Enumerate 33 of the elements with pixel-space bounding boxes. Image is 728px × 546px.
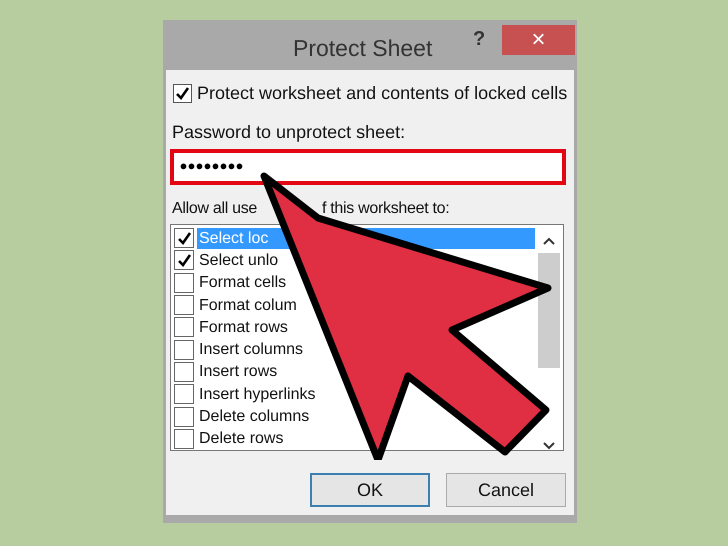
checkbox[interactable] <box>174 406 194 427</box>
close-button[interactable]: × <box>502 25 575 55</box>
checkbox-label: Protect worksheet and contents of locked cells <box>197 82 568 105</box>
checkbox[interactable] <box>173 84 192 103</box>
scrollbar-thumb[interactable] <box>538 253 560 368</box>
checkbox[interactable] <box>174 228 194 248</box>
checkbox[interactable] <box>174 428 194 449</box>
checkbox[interactable] <box>174 362 194 382</box>
dialog-button[interactable]: OK <box>310 473 430 507</box>
checkbox[interactable] <box>174 295 194 316</box>
help-button[interactable]: ? <box>469 24 490 54</box>
password-field[interactable]: •••••••• <box>170 149 566 185</box>
permission-item[interactable]: Format colum <box>197 294 297 316</box>
checkbox[interactable] <box>174 340 194 360</box>
scroll-up-icon[interactable] <box>543 237 555 245</box>
checkbox[interactable] <box>174 317 194 338</box>
window-title: Protect Sheet <box>293 34 432 63</box>
password-label: Password to unprotect sheet: <box>172 121 406 144</box>
permission-item[interactable]: Insert hyperlinks <box>197 384 316 405</box>
list-label: f this worksheet to: <box>322 199 450 219</box>
list-label: Allow all use <box>172 200 258 217</box>
permission-item[interactable]: Format cells <box>197 272 286 294</box>
permission-item[interactable]: Delete columns <box>197 406 310 428</box>
checkbox[interactable] <box>174 384 194 404</box>
checkbox[interactable] <box>174 250 194 270</box>
permission-item[interactable]: Insert rows <box>197 361 278 382</box>
permission-item[interactable]: Delete rows <box>197 428 284 450</box>
scroll-down-icon[interactable] <box>543 442 555 450</box>
dialog-button[interactable]: Cancel <box>446 473 566 507</box>
permission-item[interactable]: Insert columns <box>197 339 304 360</box>
checkbox[interactable] <box>174 272 194 293</box>
permission-item[interactable]: Format rows <box>197 316 288 338</box>
permission-item[interactable]: Select unlo <box>197 250 278 271</box>
